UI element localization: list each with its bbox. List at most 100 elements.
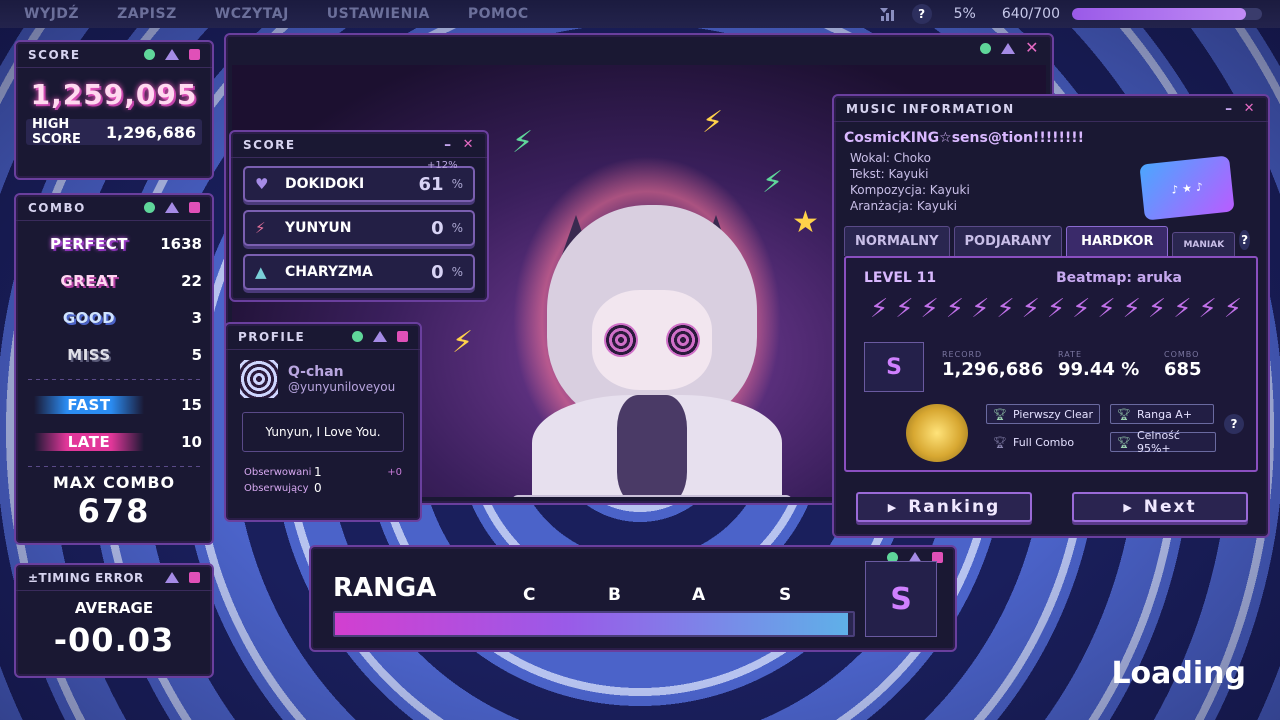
- panel-title: ±TIMING ERROR: [28, 570, 144, 585]
- character-eye-right: [666, 323, 700, 357]
- triangle-icon[interactable]: [165, 202, 179, 213]
- difficulty-bolt-icon: ⚡: [1122, 294, 1141, 324]
- score-panel-header: SCORE: [16, 42, 212, 68]
- trophy-icon: 🏆︎: [1117, 407, 1131, 421]
- level-label: LEVEL 11: [864, 270, 937, 286]
- judgement-row-great: GREAT 22: [16, 262, 212, 299]
- tab-hardkor[interactable]: HARDKOR: [1066, 226, 1169, 256]
- square-icon[interactable]: [189, 49, 200, 60]
- rank-progress-bar: [333, 611, 855, 637]
- percent-readout: 5%: [953, 6, 976, 22]
- close-icon[interactable]: ✕: [463, 138, 475, 151]
- panel-title: COMBO: [28, 200, 86, 215]
- record-column: RECORD 1,296,686: [942, 350, 1043, 380]
- difficulty-tabs: NORMALNY PODJARANY HARDKOR MANIAK ?: [834, 214, 1268, 256]
- menu-item-settings[interactable]: USTAWIENIA: [327, 6, 430, 22]
- high-score-value: 1,296,686: [105, 122, 196, 142]
- profile-message: Yunyun, I Love You.: [242, 412, 404, 452]
- combo-value: 685: [1164, 359, 1202, 380]
- next-button-label: Next: [1143, 497, 1197, 517]
- judgement-value: 3: [191, 308, 202, 327]
- achievement-full-combo[interactable]: 🏆︎ Full Combo: [986, 432, 1110, 452]
- help-icon[interactable]: ?: [911, 4, 932, 24]
- achievement-accuracy[interactable]: 🏆︎ Celność 95%+: [1110, 429, 1216, 455]
- character-shirt: [617, 395, 687, 497]
- difficulty-bolt-icon: ⚡: [1046, 294, 1066, 324]
- profile-name: Q-chan: [288, 364, 344, 380]
- rank-panel-header: [311, 547, 955, 567]
- help-icon[interactable]: ?: [1239, 230, 1250, 250]
- profile-panel-header: PROFILE: [226, 324, 420, 350]
- square-icon[interactable]: [189, 202, 200, 213]
- menu-item-exit[interactable]: WYJDŹ: [24, 6, 79, 22]
- beatmap-label: Beatmap: aruka: [1056, 270, 1182, 286]
- help-icon[interactable]: ?: [1224, 414, 1244, 434]
- green-dot-icon[interactable]: [144, 49, 155, 60]
- bolt-icon: ⚡: [452, 325, 474, 360]
- top-progress-fill: [1072, 8, 1246, 20]
- close-icon[interactable]: ✕: [1244, 102, 1256, 115]
- square-icon[interactable]: [397, 331, 408, 342]
- stat-unit: %: [451, 221, 463, 235]
- followers-row: Obserwujący 0: [244, 480, 402, 496]
- panel-title: SCORE: [28, 47, 81, 62]
- ranking-button-label: Ranking: [908, 497, 1001, 517]
- fast-value: 15: [181, 395, 202, 414]
- triangle-icon[interactable]: [373, 331, 387, 342]
- difficulty-bolt-icon: ⚡: [1173, 294, 1192, 324]
- heart-icon: ♥: [255, 175, 269, 193]
- judgement-value: 22: [181, 271, 202, 290]
- rank-mark-c: C: [523, 585, 536, 605]
- minimize-icon[interactable]: –: [444, 138, 453, 152]
- difficulty-bolt-icon: ⚡: [996, 294, 1015, 324]
- achievement-rank-a-plus[interactable]: 🏆︎ Ranga A+: [1110, 404, 1214, 424]
- profile-handle: @yunyuniloveyou: [288, 380, 396, 394]
- timing-panel-header: ±TIMING ERROR: [16, 565, 212, 591]
- signal-icon: [879, 8, 894, 21]
- ranking-button[interactable]: ▶ Ranking: [856, 492, 1032, 522]
- late-row: LATE 10: [16, 423, 212, 460]
- tab-maniak[interactable]: MANIAK: [1172, 232, 1236, 256]
- green-dot-icon[interactable]: [144, 202, 155, 213]
- late-label: LATE: [34, 432, 144, 451]
- difficulty-bolts: ⚡ ⚡ ⚡ ⚡ ⚡ ⚡ ⚡ ⚡ ⚡ ⚡ ⚡ ⚡ ⚡ ⚡ ⚡: [870, 294, 1242, 324]
- music-panel-header: MUSIC INFORMATION – ✕: [834, 96, 1268, 122]
- close-icon[interactable]: ✕: [1025, 40, 1040, 56]
- following-delta: +0: [387, 466, 402, 478]
- combo-label: COMBO: [1164, 350, 1200, 359]
- rank-mark-a: A: [692, 585, 706, 605]
- record-rank-badge: S: [864, 342, 924, 392]
- max-combo-value: 678: [77, 492, 151, 530]
- difficulty-bolt-icon: ⚡: [1072, 294, 1091, 324]
- next-button[interactable]: ▶ Next: [1072, 492, 1248, 522]
- tab-podjarany[interactable]: PODJARANY: [953, 226, 1063, 256]
- triangle-icon[interactable]: [165, 572, 179, 583]
- tab-normalny[interactable]: NORMALNY: [844, 226, 950, 256]
- square-icon[interactable]: [189, 572, 200, 583]
- play-arrow-icon: ▶: [887, 500, 899, 514]
- average-value: -00.03: [53, 621, 175, 659]
- trophy-icon: 🏆︎: [993, 407, 1007, 421]
- achievement-first-clear[interactable]: 🏆︎ Pierwszy Clear: [986, 404, 1100, 424]
- menu-item-save[interactable]: ZAPISZ: [117, 6, 177, 22]
- bolt-icon: ⚡: [512, 125, 534, 160]
- song-title: CosmicKING☆sens@tion!!!!!!!!: [844, 130, 1085, 146]
- triangle-icon[interactable]: [165, 49, 179, 60]
- trophy-icon: 🏆︎: [993, 435, 1007, 449]
- current-score: 1,259,095: [30, 78, 198, 111]
- late-value: 10: [181, 432, 202, 451]
- green-dot-icon[interactable]: [352, 331, 363, 342]
- menu-item-load[interactable]: WCZYTAJ: [215, 6, 289, 22]
- panel-title: MUSIC INFORMATION: [846, 101, 1015, 116]
- rank-title: RANGA: [333, 573, 437, 603]
- record-label: RECORD: [942, 350, 983, 359]
- menu-item-help[interactable]: POMOC: [468, 6, 529, 22]
- difficulty-bolt-icon: ⚡: [870, 294, 889, 324]
- triangle-icon[interactable]: [1001, 42, 1016, 54]
- avatar[interactable]: [240, 360, 278, 398]
- progress-count: 640/700: [1001, 6, 1060, 22]
- green-dot-icon[interactable]: [980, 42, 992, 54]
- divider: [28, 379, 200, 380]
- minimize-icon[interactable]: –: [1225, 102, 1234, 116]
- stat-label: CHARYZMA: [285, 264, 373, 280]
